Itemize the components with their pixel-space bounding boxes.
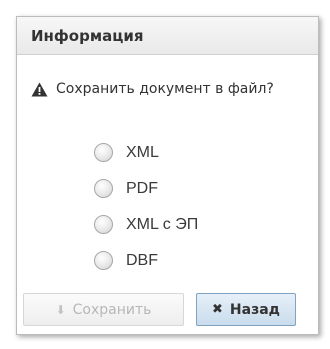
- save-document-dialog: Информация Сохранить документ в файл? XM…: [16, 16, 319, 335]
- back-button-label: Назад: [229, 301, 280, 318]
- option-xml[interactable]: XML: [94, 141, 198, 164]
- dialog-question: Сохранить документ в файл?: [31, 81, 274, 97]
- dialog-buttons: ⬇ Сохранить ✖ Назад: [23, 293, 296, 326]
- option-label[interactable]: XML: [126, 144, 159, 162]
- option-xml-signed[interactable]: XML с ЭП: [94, 213, 198, 236]
- download-arrow-icon: ⬇: [55, 302, 66, 317]
- option-dbf[interactable]: DBF: [94, 249, 198, 272]
- radio-button[interactable]: [94, 215, 113, 234]
- dialog-title: Информация: [31, 26, 144, 45]
- question-text: Сохранить документ в файл?: [56, 81, 274, 97]
- warning-icon: [31, 82, 48, 96]
- radio-button[interactable]: [94, 179, 113, 198]
- option-pdf[interactable]: PDF: [94, 177, 198, 200]
- format-radio-group: XML PDF XML с ЭП DBF: [94, 141, 198, 285]
- radio-button[interactable]: [94, 143, 113, 162]
- back-button[interactable]: ✖ Назад: [196, 293, 296, 326]
- save-button-label: Сохранить: [72, 301, 152, 318]
- option-label[interactable]: XML с ЭП: [126, 216, 198, 234]
- option-label[interactable]: PDF: [126, 180, 158, 198]
- save-button[interactable]: ⬇ Сохранить: [23, 293, 184, 326]
- radio-button[interactable]: [94, 251, 113, 270]
- dialog-titlebar: Информация: [17, 17, 318, 55]
- close-x-icon: ✖: [212, 302, 223, 317]
- option-label[interactable]: DBF: [126, 252, 158, 270]
